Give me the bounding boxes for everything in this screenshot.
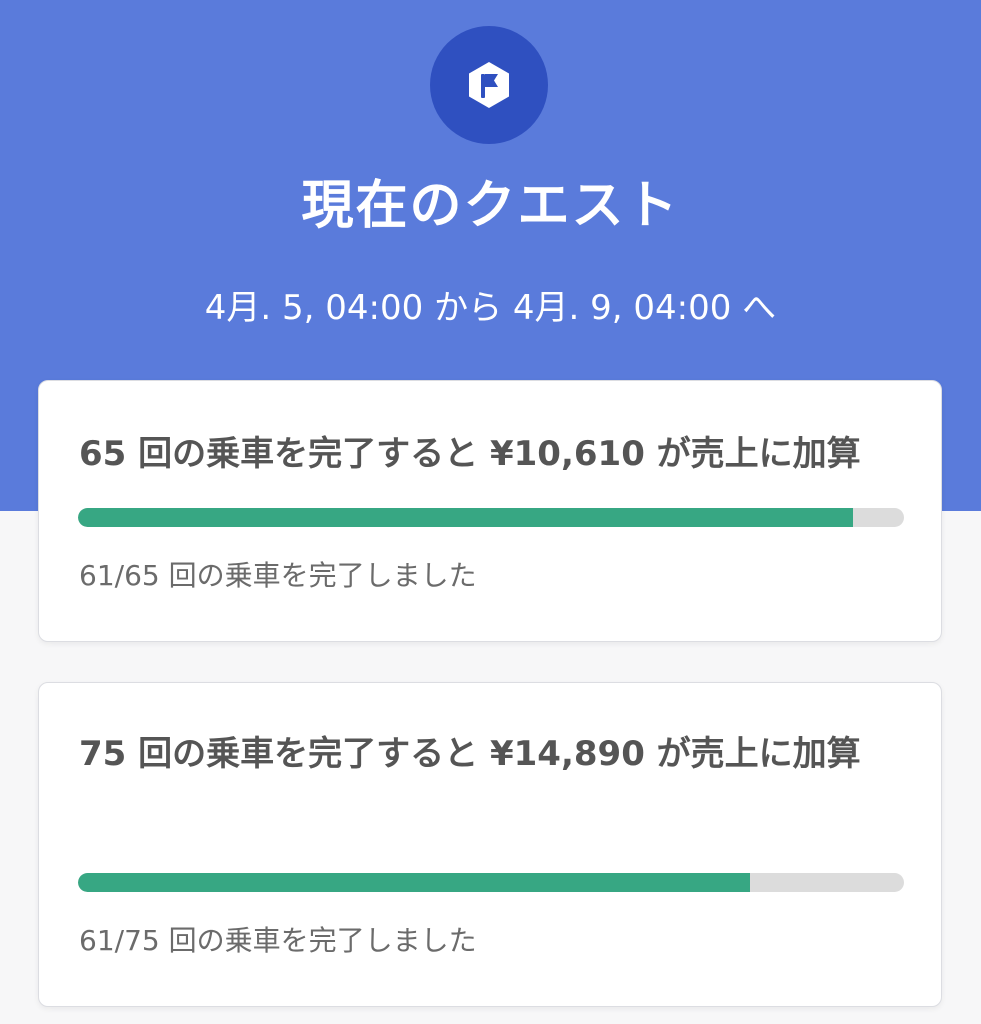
progress-text: 61/65 回の乗車を完了しました (79, 559, 477, 592)
progress-bar (78, 873, 904, 892)
flag-icon (469, 62, 509, 108)
quest-card[interactable]: 75 回の乗車を完了すると ¥14,890 が売上に加算 61/75 回の乗車を… (38, 682, 942, 1007)
page-title: 現在のクエスト (301, 176, 680, 236)
quest-badge (430, 26, 548, 144)
quest-title: 65 回の乗車を完了すると ¥10,610 が売上に加算 (79, 434, 861, 474)
quest-title: 75 回の乗車を完了すると ¥14,890 が売上に加算 (79, 734, 861, 774)
quest-page: 現在のクエスト 4月. 5, 04:00 から 4月. 9, 04:00 へ 6… (0, 0, 981, 1024)
progress-bar (78, 508, 904, 527)
quest-card[interactable]: 65 回の乗車を完了すると ¥10,610 が売上に加算 61/65 回の乗車を… (38, 380, 942, 642)
progress-fill (78, 873, 750, 892)
progress-fill (78, 508, 853, 527)
quest-period: 4月. 5, 04:00 から 4月. 9, 04:00 へ (204, 288, 777, 328)
progress-text: 61/75 回の乗車を完了しました (79, 924, 477, 957)
